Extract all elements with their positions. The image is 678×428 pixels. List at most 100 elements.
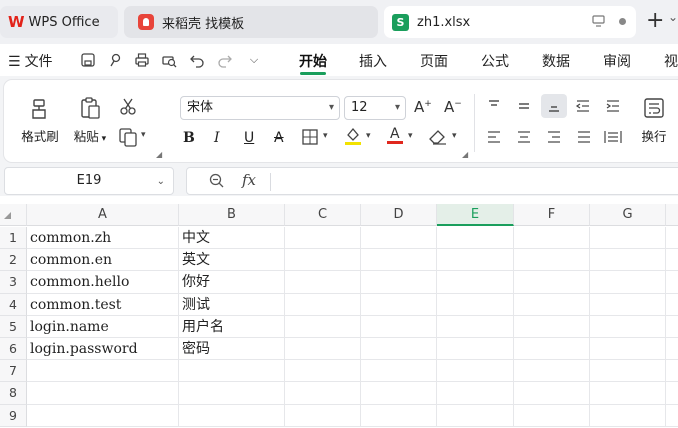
cell-a[interactable]: [27, 360, 179, 383]
cell-b[interactable]: [179, 382, 285, 405]
grid-cell[interactable]: [285, 360, 361, 383]
cell-b[interactable]: 英文: [179, 249, 285, 272]
redo-icon[interactable]: [217, 52, 233, 68]
cell-a[interactable]: common.test: [27, 293, 179, 316]
grid-cell[interactable]: [514, 315, 590, 338]
grid-cell[interactable]: [437, 271, 514, 294]
column-header-b[interactable]: B: [179, 204, 285, 226]
grid-cell[interactable]: [437, 249, 514, 272]
undo-icon[interactable]: [189, 52, 205, 68]
customize-toolbar-chevron-icon[interactable]: ⌵: [246, 52, 262, 68]
grid-cell[interactable]: [285, 338, 361, 361]
column-header-c[interactable]: C: [285, 204, 361, 226]
row-header[interactable]: 5: [0, 315, 27, 338]
grid-cell[interactable]: [361, 404, 437, 427]
cell-b[interactable]: 用户名: [179, 315, 285, 338]
column-header-a[interactable]: A: [27, 204, 179, 226]
cut-icon[interactable]: [118, 97, 138, 117]
menu-page[interactable]: 页面: [420, 51, 448, 71]
unsaved-dot-icon[interactable]: [619, 17, 626, 25]
borders-icon[interactable]: [302, 129, 318, 145]
grid-cell[interactable]: [361, 315, 437, 338]
grid-cell[interactable]: [437, 338, 514, 361]
align-middle-icon[interactable]: [516, 98, 532, 114]
cell-a[interactable]: common.en: [27, 249, 179, 272]
align-bottom-button[interactable]: [541, 94, 567, 118]
menu-review[interactable]: 审阅: [603, 51, 631, 71]
grid-cell[interactable]: [437, 404, 514, 427]
grid-cell[interactable]: [437, 360, 514, 383]
zoom-icon[interactable]: [209, 173, 224, 188]
bold-icon[interactable]: B: [183, 129, 195, 147]
save-icon[interactable]: [80, 52, 96, 68]
grid-cell[interactable]: [666, 360, 678, 383]
grid-cell[interactable]: [285, 227, 361, 250]
grid-cell[interactable]: [514, 382, 590, 405]
menu-home[interactable]: 开始: [299, 51, 327, 71]
align-top-icon[interactable]: [486, 98, 502, 114]
format-painter-button[interactable]: 格式刷: [18, 96, 62, 145]
grid-cell[interactable]: [590, 271, 666, 294]
share-icon[interactable]: [108, 52, 124, 68]
grid-cell[interactable]: [285, 271, 361, 294]
grid-cell[interactable]: [666, 271, 678, 294]
grid-cell[interactable]: [666, 227, 678, 250]
column-header-f[interactable]: F: [514, 204, 590, 226]
row-header[interactable]: 1: [0, 227, 27, 250]
column-header-g[interactable]: G: [590, 204, 666, 226]
fill-color-dropdown-icon[interactable]: ▾: [366, 131, 371, 141]
italic-icon[interactable]: I: [214, 129, 220, 147]
grid-cell[interactable]: [361, 338, 437, 361]
grid-cell[interactable]: [285, 404, 361, 427]
grid-cell[interactable]: [514, 271, 590, 294]
grid-cell[interactable]: [666, 382, 678, 405]
grid-cell[interactable]: [590, 360, 666, 383]
menu-view[interactable]: 视: [664, 51, 678, 71]
grid-cell[interactable]: [361, 249, 437, 272]
clear-format-dropdown-icon[interactable]: ▾: [452, 131, 457, 141]
distributed-align-icon[interactable]: [604, 129, 622, 145]
cell-a[interactable]: login.name: [27, 315, 179, 338]
grid-cell[interactable]: [285, 249, 361, 272]
align-right-icon[interactable]: [546, 129, 562, 145]
cell-b[interactable]: 你好: [179, 271, 285, 294]
cell-a[interactable]: [27, 382, 179, 405]
spreadsheet-grid[interactable]: A B C D E F G 1 common.zh 中文 2 common.en 英文 3 c…: [0, 204, 678, 428]
cell-b[interactable]: 测试: [179, 293, 285, 316]
grid-cell[interactable]: [285, 315, 361, 338]
decrease-font-size-icon[interactable]: A−: [444, 98, 462, 116]
print-icon[interactable]: [134, 52, 150, 68]
cell-a[interactable]: login.password: [27, 338, 179, 361]
justify-icon[interactable]: [576, 129, 592, 145]
font-color-icon[interactable]: A: [386, 125, 404, 146]
grid-cell[interactable]: [666, 316, 678, 338]
font-size-select[interactable]: 12 ▾: [344, 96, 406, 120]
print-preview-icon[interactable]: [161, 52, 177, 68]
cell-a[interactable]: common.hello: [27, 271, 179, 294]
grid-cell[interactable]: [514, 338, 590, 361]
grid-cell[interactable]: [285, 382, 361, 405]
grid-cell[interactable]: [361, 271, 437, 294]
copy-icon[interactable]: [118, 127, 138, 147]
tab-wps-office[interactable]: W WPS Office: [0, 6, 118, 38]
font-dialog-launcher-icon[interactable]: ◢: [462, 150, 468, 159]
grid-cell[interactable]: [666, 405, 678, 427]
borders-dropdown-icon[interactable]: ▾: [323, 131, 328, 141]
grid-cell[interactable]: [666, 249, 678, 272]
grid-cell[interactable]: [514, 249, 590, 272]
grid-cell[interactable]: [514, 293, 590, 316]
grid-cell[interactable]: [437, 227, 514, 250]
menu-insert[interactable]: 插入: [359, 51, 387, 71]
grid-cell[interactable]: [590, 227, 666, 250]
grid-cell[interactable]: [590, 382, 666, 405]
cell-a[interactable]: common.zh: [27, 227, 179, 250]
increase-indent-icon[interactable]: [605, 98, 621, 114]
grid-cell[interactable]: [361, 360, 437, 383]
row-header[interactable]: 3: [0, 271, 27, 294]
grid-cell[interactable]: [666, 338, 678, 361]
align-center-icon[interactable]: [516, 129, 532, 145]
row-header[interactable]: 6: [0, 338, 27, 361]
font-color-dropdown-icon[interactable]: ▾: [408, 131, 413, 141]
underline-icon[interactable]: U: [244, 129, 254, 147]
formula-input[interactable]: fx: [186, 167, 678, 195]
